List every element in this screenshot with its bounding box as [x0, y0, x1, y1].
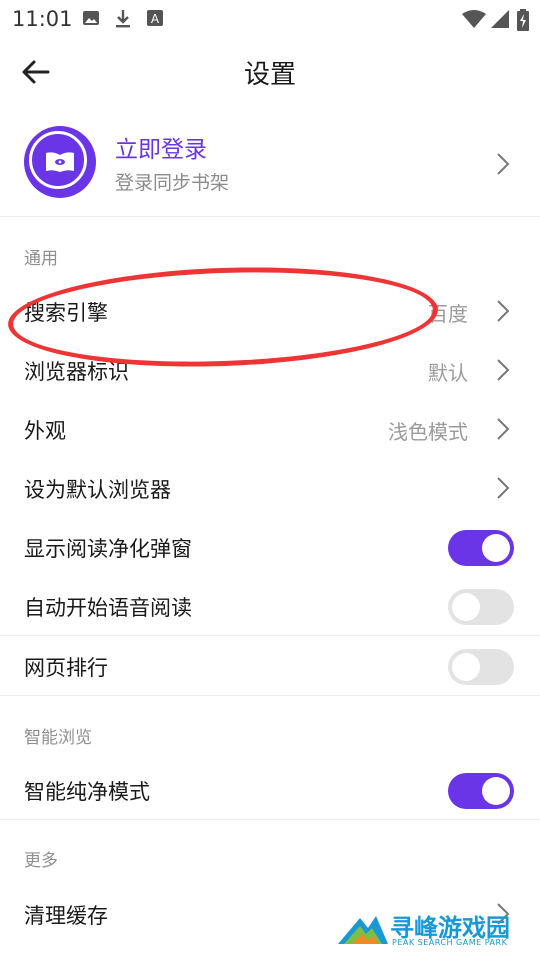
section-more: 更多: [24, 851, 58, 871]
chevron-right-icon: [497, 418, 510, 440]
watermark-logo: 寻峰游戏园 PEAK SEARCH GAME PARK: [338, 910, 528, 950]
reader-popup-toggle[interactable]: [448, 530, 514, 566]
status-time: 11:01: [12, 7, 73, 31]
signal-icon: [491, 10, 509, 28]
row-auto-tts: 自动开始语音阅读: [0, 577, 540, 635]
clear-cache-label: 清理缓存: [24, 904, 108, 928]
wifi-icon: [462, 10, 486, 28]
appearance-label: 外观: [24, 419, 66, 443]
battery-icon: [517, 9, 529, 31]
book-icon: [46, 152, 74, 172]
appearance-value: 浅色模式: [388, 420, 468, 444]
divider: [0, 819, 540, 820]
divider: [0, 695, 540, 696]
search-engine-value: 百度: [428, 302, 468, 326]
auto-tts-label: 自动开始语音阅读: [24, 596, 192, 620]
smart-pure-toggle[interactable]: [448, 773, 514, 809]
row-web-rank: 网页排行: [0, 637, 540, 695]
svg-text:A: A: [151, 12, 160, 26]
row-browser-ua[interactable]: 浏览器标识 默认: [0, 341, 540, 399]
chevron-right-icon: [497, 153, 510, 175]
avatar: [24, 126, 96, 198]
row-appearance[interactable]: 外观 浅色模式: [0, 400, 540, 458]
web-rank-toggle[interactable]: [448, 649, 514, 685]
login-title[interactable]: 立即登录: [115, 130, 207, 164]
app-bar: 设置: [0, 40, 540, 104]
login-subtitle: 登录同步书架: [115, 172, 230, 194]
search-engine-label: 搜索引擎: [24, 301, 108, 325]
download-icon: [116, 10, 130, 28]
status-bar: 11:01 A: [0, 0, 540, 38]
reader-popup-label: 显示阅读净化弹窗: [24, 537, 192, 561]
image-icon: [83, 11, 99, 25]
section-general: 通用: [24, 249, 58, 269]
chevron-right-icon: [497, 359, 510, 381]
smart-pure-label: 智能纯净模式: [24, 780, 150, 804]
mountain-logo-icon: [338, 916, 388, 944]
login-entry[interactable]: 立即登录 登录同步书架: [0, 118, 540, 216]
web-rank-label: 网页排行: [24, 656, 108, 680]
font-icon: A: [147, 10, 163, 26]
row-default-browser[interactable]: 设为默认浏览器: [0, 459, 540, 517]
divider: [0, 635, 540, 636]
browser-ua-label: 浏览器标识: [24, 360, 129, 384]
row-search-engine[interactable]: 搜索引擎 百度: [0, 282, 540, 340]
chevron-right-icon: [497, 300, 510, 322]
section-smart-browse: 智能浏览: [24, 728, 92, 748]
default-browser-label: 设为默认浏览器: [24, 478, 171, 502]
browser-ua-value: 默认: [428, 361, 468, 385]
auto-tts-toggle[interactable]: [448, 589, 514, 625]
chevron-right-icon: [497, 477, 510, 499]
row-reader-popup: 显示阅读净化弹窗: [0, 518, 540, 576]
row-smart-pure: 智能纯净模式: [0, 761, 540, 819]
watermark-subtitle: PEAK SEARCH GAME PARK: [392, 938, 508, 947]
page-title: 设置: [243, 60, 296, 90]
divider: [0, 216, 540, 217]
